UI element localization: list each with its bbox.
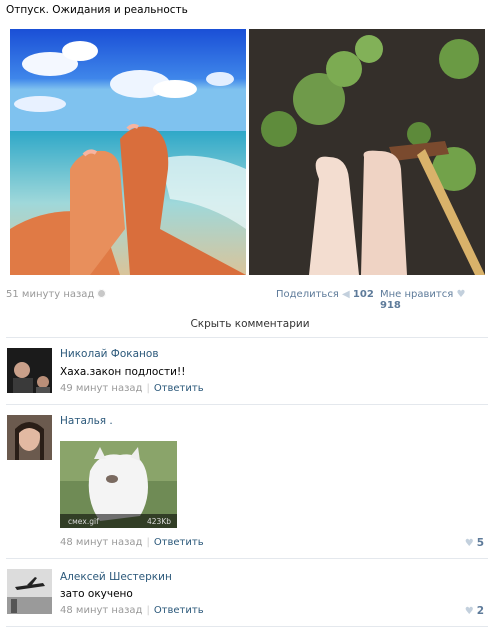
avatar[interactable] <box>7 348 52 393</box>
divider <box>6 404 488 405</box>
separator: | <box>146 383 150 394</box>
comment-meta: 48 минут назад | Ответить <box>60 537 204 548</box>
photo-expectation[interactable] <box>10 29 246 275</box>
reply-button[interactable]: Ответить <box>154 383 204 394</box>
post-meta: 51 минуту назад Поделиться ◀ 102 Мне нра… <box>6 289 488 311</box>
gif-caption-bar: смех.gif 423Kb <box>60 514 177 528</box>
comment-time[interactable]: 49 минут назад <box>60 383 142 394</box>
comment-like-button[interactable]: ♥ 2 <box>465 605 484 617</box>
post-time[interactable]: 51 минуту назад <box>6 289 107 300</box>
gif-filename: смех.gif <box>68 517 99 526</box>
comment-time[interactable]: 48 минут назад <box>60 605 142 616</box>
divider <box>6 337 488 338</box>
separator: | <box>146 605 150 616</box>
comment-like-count: 2 <box>476 605 484 617</box>
comment-author[interactable]: Николай Фоканов <box>60 348 159 360</box>
share-count: 102 <box>352 289 374 300</box>
avatar[interactable] <box>7 569 52 614</box>
comment-meta: 48 минут назад | Ответить <box>60 605 204 616</box>
comment-text: Хаха.закон подлости!! <box>60 366 186 378</box>
comment-author[interactable]: Наталья . <box>60 415 113 427</box>
comment-like-button[interactable]: ♥ 5 <box>465 537 484 549</box>
comment-like-count: 5 <box>476 537 484 549</box>
heart-icon: ♥ <box>464 538 474 549</box>
divider <box>6 558 488 559</box>
reply-button[interactable]: Ответить <box>154 537 204 548</box>
megaphone-icon: ◀ <box>342 289 350 300</box>
like-button[interactable]: Мне нравится ♥ 918 <box>380 289 488 311</box>
gif-filesize: 423Kb <box>147 517 171 526</box>
comment-text: зато окучено <box>60 588 133 600</box>
separator: | <box>146 537 150 548</box>
comment-author[interactable]: Алексей Шестеркин <box>60 571 172 583</box>
reply-button[interactable]: Ответить <box>154 605 204 616</box>
like-count: 918 <box>380 300 401 311</box>
comment-time[interactable]: 48 минут назад <box>60 537 142 548</box>
avatar[interactable] <box>7 415 52 460</box>
post-title: Отпуск. Ожидания и реальность <box>6 4 188 16</box>
divider <box>6 626 488 627</box>
heart-icon: ♥ <box>464 606 474 617</box>
hide-comments-link[interactable]: Скрыть комментарии <box>0 318 500 330</box>
gear-icon[interactable] <box>97 289 107 298</box>
comment-meta: 49 минут назад | Ответить <box>60 383 204 394</box>
share-button[interactable]: Поделиться ◀ 102 <box>276 289 374 300</box>
heart-icon: ♥ <box>456 289 466 300</box>
photo-reality[interactable] <box>249 29 485 275</box>
gif-attachment[interactable]: смех.gif 423Kb <box>60 441 177 528</box>
